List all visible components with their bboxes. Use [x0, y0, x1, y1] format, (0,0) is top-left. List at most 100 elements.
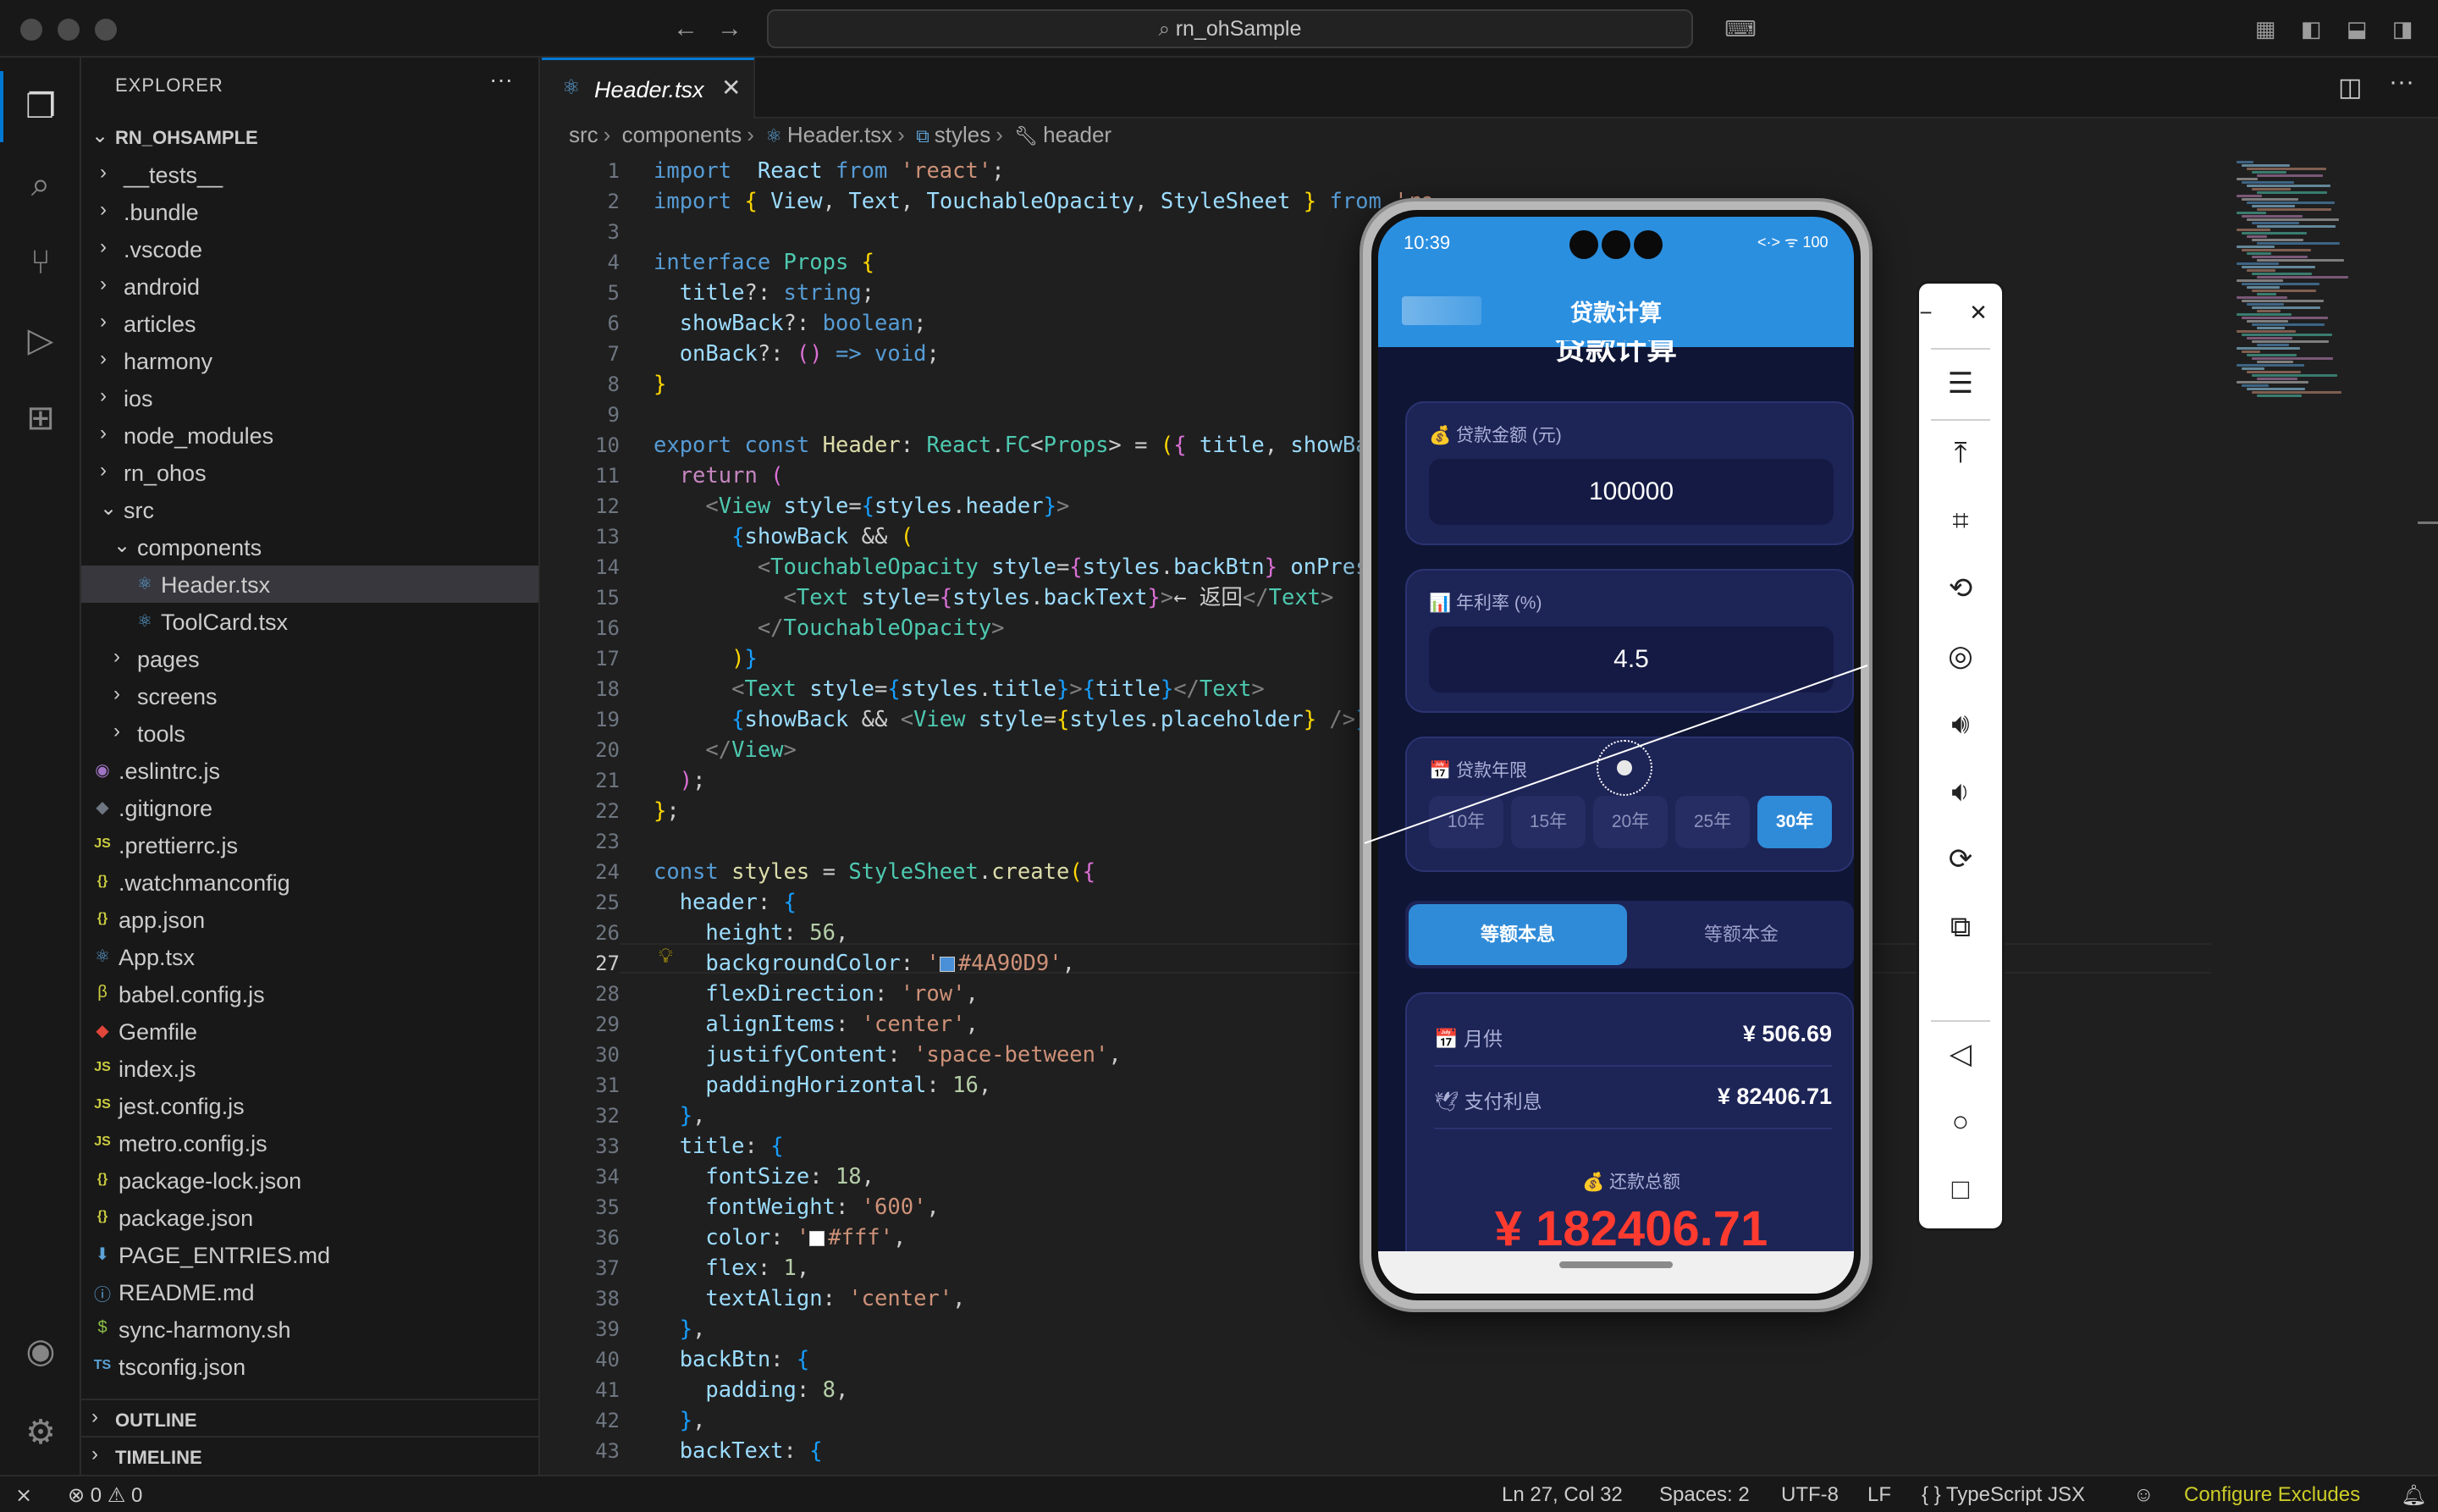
close-window-button[interactable]: [20, 19, 42, 41]
tree-file[interactable]: ◆ Gemfile: [81, 1013, 538, 1050]
language-mode[interactable]: { } TypeScript JSX: [1922, 1483, 2085, 1507]
tree-file[interactable]: {} package-lock.json: [81, 1162, 538, 1199]
toggle-panel-icon[interactable]: ⬓: [2341, 14, 2372, 44]
tree-file[interactable]: TS tsconfig.json: [81, 1348, 538, 1385]
source-control-icon[interactable]: ⑂: [15, 237, 66, 288]
location-icon[interactable]: ◎: [1919, 631, 2002, 682]
tree-file[interactable]: $ sync-harmony.sh: [81, 1311, 538, 1348]
remote-icon[interactable]: ⨯: [15, 1483, 32, 1508]
home-circle-icon[interactable]: ○: [1919, 1096, 2002, 1147]
search-icon[interactable]: ⌕: [15, 159, 66, 210]
color-swatch[interactable]: [809, 1231, 825, 1246]
tree-folder[interactable]: › node_modules: [81, 417, 538, 454]
crop-screenshot-icon[interactable]: ⌗: [1919, 495, 2002, 546]
code-line[interactable]: padding: 8,: [654, 1375, 1805, 1405]
breadcrumb-item[interactable]: header: [1043, 122, 1111, 147]
files-icon[interactable]: ❐: [15, 81, 66, 132]
code-line[interactable]: import React from 'react';: [654, 156, 1805, 186]
tree-folder[interactable]: › harmony: [81, 342, 538, 379]
arrow-left-icon[interactable]: ←: [669, 12, 703, 46]
code-line[interactable]: },: [654, 1314, 1805, 1344]
tree-file[interactable]: ⓘ README.md: [81, 1273, 538, 1311]
maximize-window-button[interactable]: [95, 19, 117, 41]
breadcrumb-item[interactable]: components: [622, 122, 742, 147]
scrollbar-marker[interactable]: [2418, 521, 2438, 524]
tree-file[interactable]: {} .watchmanconfig: [81, 864, 538, 901]
toggle-secondary-sidebar-icon[interactable]: ◨: [2387, 14, 2418, 44]
menu-icon[interactable]: ☰: [1919, 358, 2002, 409]
tree-folder[interactable]: › rn_ohos: [81, 454, 538, 491]
cursor-position[interactable]: Ln 27, Col 32: [1502, 1483, 1623, 1507]
split-editor-icon[interactable]: ◫: [2338, 73, 2362, 102]
tree-file[interactable]: JS .prettierrc.js: [81, 826, 538, 864]
minimize-window-button[interactable]: [58, 19, 80, 41]
loan-term-chip[interactable]: 30年: [1757, 796, 1832, 848]
mode-equal-installment[interactable]: 等额本息: [1409, 904, 1627, 965]
tree-file[interactable]: JS metro.config.js: [81, 1124, 538, 1162]
configure-excludes[interactable]: Configure Excludes: [2184, 1483, 2360, 1507]
multi-device-icon[interactable]: ⧉: [1919, 902, 2002, 952]
code-line[interactable]: backBtn: {: [654, 1344, 1805, 1375]
tree-folder[interactable]: › screens: [81, 677, 538, 715]
recents-square-icon[interactable]: □: [1919, 1164, 2002, 1215]
tree-file[interactable]: ⚛ Header.tsx: [81, 566, 538, 603]
home-indicator[interactable]: [1559, 1261, 1673, 1268]
outline-section[interactable]: › OUTLINE: [81, 1399, 538, 1436]
tree-folder[interactable]: › .vscode: [81, 230, 538, 268]
loan-term-chip[interactable]: 25年: [1675, 796, 1750, 848]
tree-file[interactable]: ⬇ PAGE_ENTRIES.md: [81, 1236, 538, 1273]
tree-file[interactable]: ⚛ ToolCard.tsx: [81, 603, 538, 640]
copilot-icon[interactable]: ☺: [2133, 1483, 2154, 1507]
volume-up-icon[interactable]: 🔊︎: [1919, 698, 2002, 749]
minimize-icon[interactable]: −: [1900, 287, 1951, 338]
more-actions-icon[interactable]: ···: [2389, 68, 2414, 97]
tree-file[interactable]: JS jest.config.js: [81, 1087, 538, 1124]
bell-icon[interactable]: 🔔︎: [2401, 1483, 2426, 1508]
command-center-search[interactable]: ⌕ rn_ohSample: [767, 9, 1693, 48]
tree-folder[interactable]: › __tests__: [81, 156, 538, 193]
color-swatch[interactable]: [939, 957, 955, 972]
loan-term-chip[interactable]: 15年: [1511, 796, 1586, 848]
rotate-icon[interactable]: ⟲: [1919, 563, 2002, 614]
tree-file[interactable]: β babel.config.js: [81, 975, 538, 1013]
tree-folder[interactable]: › ios: [81, 379, 538, 417]
tree-file[interactable]: {} app.json: [81, 901, 538, 938]
tab-header-tsx[interactable]: ⚛ Header.tsx ✕: [542, 58, 755, 119]
toggle-sidebar-icon[interactable]: ◧: [2296, 14, 2326, 44]
rotate-device-icon[interactable]: ⟳: [1919, 834, 2002, 885]
tree-folder[interactable]: › articles: [81, 305, 538, 342]
back-triangle-icon[interactable]: ◁: [1919, 1029, 2002, 1079]
account-icon[interactable]: ◉: [15, 1326, 66, 1377]
end-of-line[interactable]: LF: [1867, 1483, 1891, 1507]
tree-file[interactable]: {} package.json: [81, 1199, 538, 1236]
extensions-icon[interactable]: ⊞: [15, 393, 66, 444]
pin-top-icon[interactable]: ⤒: [1919, 428, 2002, 478]
tree-folder[interactable]: › android: [81, 268, 538, 305]
tree-file[interactable]: ◉ .eslintrc.js: [81, 752, 538, 789]
indentation[interactable]: Spaces: 2: [1659, 1483, 1750, 1507]
explorer-root[interactable]: ⌄ RN_OHSAMPLE: [81, 119, 538, 156]
loan-amount-input[interactable]: 100000: [1429, 459, 1834, 525]
interest-rate-input[interactable]: 4.5: [1429, 626, 1834, 693]
tree-file[interactable]: JS index.js: [81, 1050, 538, 1087]
close-icon[interactable]: ✕: [1953, 287, 2004, 338]
more-icon[interactable]: ···: [489, 66, 513, 93]
tree-folder[interactable]: › tools: [81, 715, 538, 752]
problems-indicator[interactable]: ⊗ 0 ⚠ 0: [68, 1483, 142, 1508]
loan-term-chip[interactable]: 20年: [1593, 796, 1668, 848]
tree-folder[interactable]: ⌄ src: [81, 491, 538, 528]
mode-equal-principal[interactable]: 等额本金: [1632, 904, 1851, 965]
run-debug-icon[interactable]: ▷: [15, 315, 66, 366]
tree-folder[interactable]: › pages: [81, 640, 538, 677]
tree-folder[interactable]: ⌄ components: [81, 528, 538, 566]
gear-icon[interactable]: ⚙: [15, 1407, 66, 1458]
tree-folder[interactable]: › .bundle: [81, 193, 538, 230]
tree-file[interactable]: ⚛ App.tsx: [81, 938, 538, 975]
tree-file[interactable]: ◆ .gitignore: [81, 789, 538, 826]
minimap[interactable]: [2213, 156, 2416, 664]
encoding[interactable]: UTF-8: [1781, 1483, 1839, 1507]
breadcrumb-item[interactable]: src: [569, 122, 598, 147]
customize-layout-icon[interactable]: ▦: [2250, 14, 2281, 44]
breadcrumb-item[interactable]: styles: [935, 122, 990, 147]
close-icon[interactable]: ✕: [721, 74, 741, 102]
